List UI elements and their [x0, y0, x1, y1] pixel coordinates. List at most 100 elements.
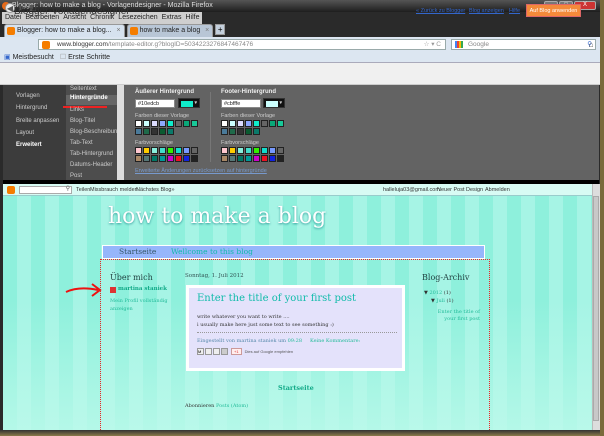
- sub-blog-beschreibung[interactable]: Blog-Beschreibung: [70, 129, 121, 135]
- blog-share-icon[interactable]: [205, 348, 212, 355]
- new-tab-button[interactable]: +: [215, 24, 226, 35]
- template-color-swatch[interactable]: [175, 120, 182, 127]
- apply-to-blog-button[interactable]: Auf Blog anwenden: [526, 4, 581, 17]
- suggested-color-swatch[interactable]: [237, 147, 244, 154]
- suggested-color-swatch[interactable]: [191, 155, 198, 162]
- suggested-color-swatch[interactable]: [269, 147, 276, 154]
- template-color-swatch[interactable]: [245, 120, 252, 127]
- facebook-share-icon[interactable]: [221, 348, 228, 355]
- suggested-color-swatch[interactable]: [135, 155, 142, 162]
- template-color-swatch[interactable]: [221, 120, 228, 127]
- suggested-color-swatch[interactable]: [167, 155, 174, 162]
- template-color-swatch[interactable]: [253, 128, 260, 135]
- suggested-color-swatch[interactable]: [261, 147, 268, 154]
- next-blog-link[interactable]: Nächstes Blog»: [136, 187, 175, 193]
- tab-welcome[interactable]: Wellcome to this blog: [171, 247, 253, 256]
- share-link[interactable]: Teilen: [76, 187, 90, 193]
- template-color-swatch[interactable]: [159, 120, 166, 127]
- suggested-color-swatch[interactable]: [183, 147, 190, 154]
- scrollbar-thumb[interactable]: [593, 196, 599, 421]
- template-color-swatch[interactable]: [143, 120, 150, 127]
- template-color-swatch[interactable]: [159, 128, 166, 135]
- comments-link[interactable]: Keine Kommentare:: [310, 338, 360, 344]
- nav-breite[interactable]: Breite anpassen: [16, 118, 59, 124]
- tab-designer[interactable]: Blogger: how to make a blog... ×: [4, 24, 125, 37]
- template-color-swatch[interactable]: [237, 120, 244, 127]
- template-color-swatch[interactable]: [229, 128, 236, 135]
- menu-hilfe[interactable]: Hilfe: [185, 14, 199, 22]
- suggested-color-swatch[interactable]: [277, 147, 284, 154]
- search-icon[interactable]: ⚲: [66, 185, 70, 192]
- footer-bg-hex-input[interactable]: #cbfffe: [221, 99, 261, 108]
- nav-vorlagen[interactable]: Vorlagen: [16, 93, 40, 99]
- template-color-swatch[interactable]: [135, 128, 142, 135]
- nav-erweitert[interactable]: Erweitert: [16, 142, 42, 148]
- post-title[interactable]: Enter the title of your first post: [197, 293, 356, 304]
- email-share-icon[interactable]: M: [197, 348, 204, 355]
- bookmark-star-icon[interactable]: ☆ ▾ C: [424, 40, 441, 48]
- sub-datums-header[interactable]: Datums-Header: [70, 162, 112, 168]
- footer-bg-color-picker[interactable]: ▾: [263, 98, 285, 108]
- nav-layout[interactable]: Layout: [16, 130, 34, 136]
- view-blog-link[interactable]: Blog anzeigen: [469, 8, 504, 14]
- tab-startseite[interactable]: Startseite: [119, 247, 156, 256]
- template-color-swatch[interactable]: [253, 120, 260, 127]
- template-color-swatch[interactable]: [143, 128, 150, 135]
- report-abuse-link[interactable]: Missbrauch melden: [90, 187, 138, 193]
- suggested-color-swatch[interactable]: [237, 155, 244, 162]
- blogger-icon[interactable]: [7, 186, 15, 194]
- back-to-blogger-link[interactable]: « Zurück zu Blogger: [416, 8, 465, 14]
- suggested-color-swatch[interactable]: [159, 147, 166, 154]
- logout-link[interactable]: Abmelden: [485, 187, 510, 193]
- outer-bg-hex-input[interactable]: #10edcb: [135, 99, 175, 108]
- suggested-color-swatch[interactable]: [159, 155, 166, 162]
- blog-title[interactable]: how to make a blog: [108, 204, 326, 229]
- suggested-color-swatch[interactable]: [183, 155, 190, 162]
- suggested-color-swatch[interactable]: [245, 155, 252, 162]
- outer-bg-color-picker[interactable]: ▾: [178, 98, 200, 108]
- template-color-swatch[interactable]: [229, 120, 236, 127]
- sub-post[interactable]: Post: [70, 173, 82, 179]
- template-color-swatch[interactable]: [135, 120, 142, 127]
- suggested-color-swatch[interactable]: [229, 155, 236, 162]
- template-color-swatch[interactable]: [151, 120, 158, 127]
- sublist-scrollbar[interactable]: [117, 85, 124, 180]
- blog-search-input[interactable]: ⚲: [19, 186, 72, 194]
- home-link[interactable]: Startseite: [278, 384, 314, 392]
- plusone-button[interactable]: +1: [231, 348, 242, 355]
- suggested-color-swatch[interactable]: [253, 155, 260, 162]
- suggested-color-swatch[interactable]: [221, 147, 228, 154]
- suggested-color-swatch[interactable]: [269, 155, 276, 162]
- design-link[interactable]: Design: [466, 187, 483, 193]
- toggle-icon[interactable]: ▼: [424, 290, 428, 296]
- suggested-color-swatch[interactable]: [151, 147, 158, 154]
- tab-close-icon[interactable]: ×: [205, 27, 209, 34]
- suggested-color-swatch[interactable]: [245, 147, 252, 154]
- year-link[interactable]: 2012: [429, 290, 442, 296]
- url-bar[interactable]: www.blogger.com/template-editor.g?blogID…: [38, 39, 446, 50]
- menu-extras[interactable]: Extras: [162, 14, 182, 22]
- template-color-swatch[interactable]: [261, 120, 268, 127]
- template-color-swatch[interactable]: [167, 128, 174, 135]
- bookmark-erste-schritte[interactable]: ☐ Erste Schritte: [60, 53, 110, 61]
- suggested-color-swatch[interactable]: [191, 147, 198, 154]
- nav-hintergrund[interactable]: Hintergrund: [16, 105, 47, 111]
- sub-tab-hintergrund[interactable]: Tab-Hintergrund: [70, 151, 113, 157]
- tab-close-icon[interactable]: ×: [116, 27, 120, 34]
- suggested-color-swatch[interactable]: [253, 147, 260, 154]
- suggested-color-swatch[interactable]: [143, 147, 150, 154]
- profile-name-link[interactable]: martina staniek: [118, 286, 167, 292]
- toggle-icon[interactable]: ▼: [431, 298, 435, 304]
- feed-link[interactable]: Posts (Atom): [216, 403, 248, 409]
- post-time-link[interactable]: 09:28: [288, 338, 302, 344]
- template-color-swatch[interactable]: [269, 120, 276, 127]
- sub-seitentext[interactable]: Seitentext: [70, 86, 97, 92]
- template-color-swatch[interactable]: [221, 128, 228, 135]
- suggested-color-swatch[interactable]: [261, 155, 268, 162]
- template-color-swatch[interactable]: [151, 128, 158, 135]
- sub-blog-titel[interactable]: Blog-Titel: [70, 118, 95, 124]
- help-link[interactable]: Hilfe: [509, 8, 520, 14]
- suggested-color-swatch[interactable]: [143, 155, 150, 162]
- template-color-swatch[interactable]: [191, 120, 198, 127]
- tab-blog[interactable]: how to make a blog ×: [126, 24, 214, 37]
